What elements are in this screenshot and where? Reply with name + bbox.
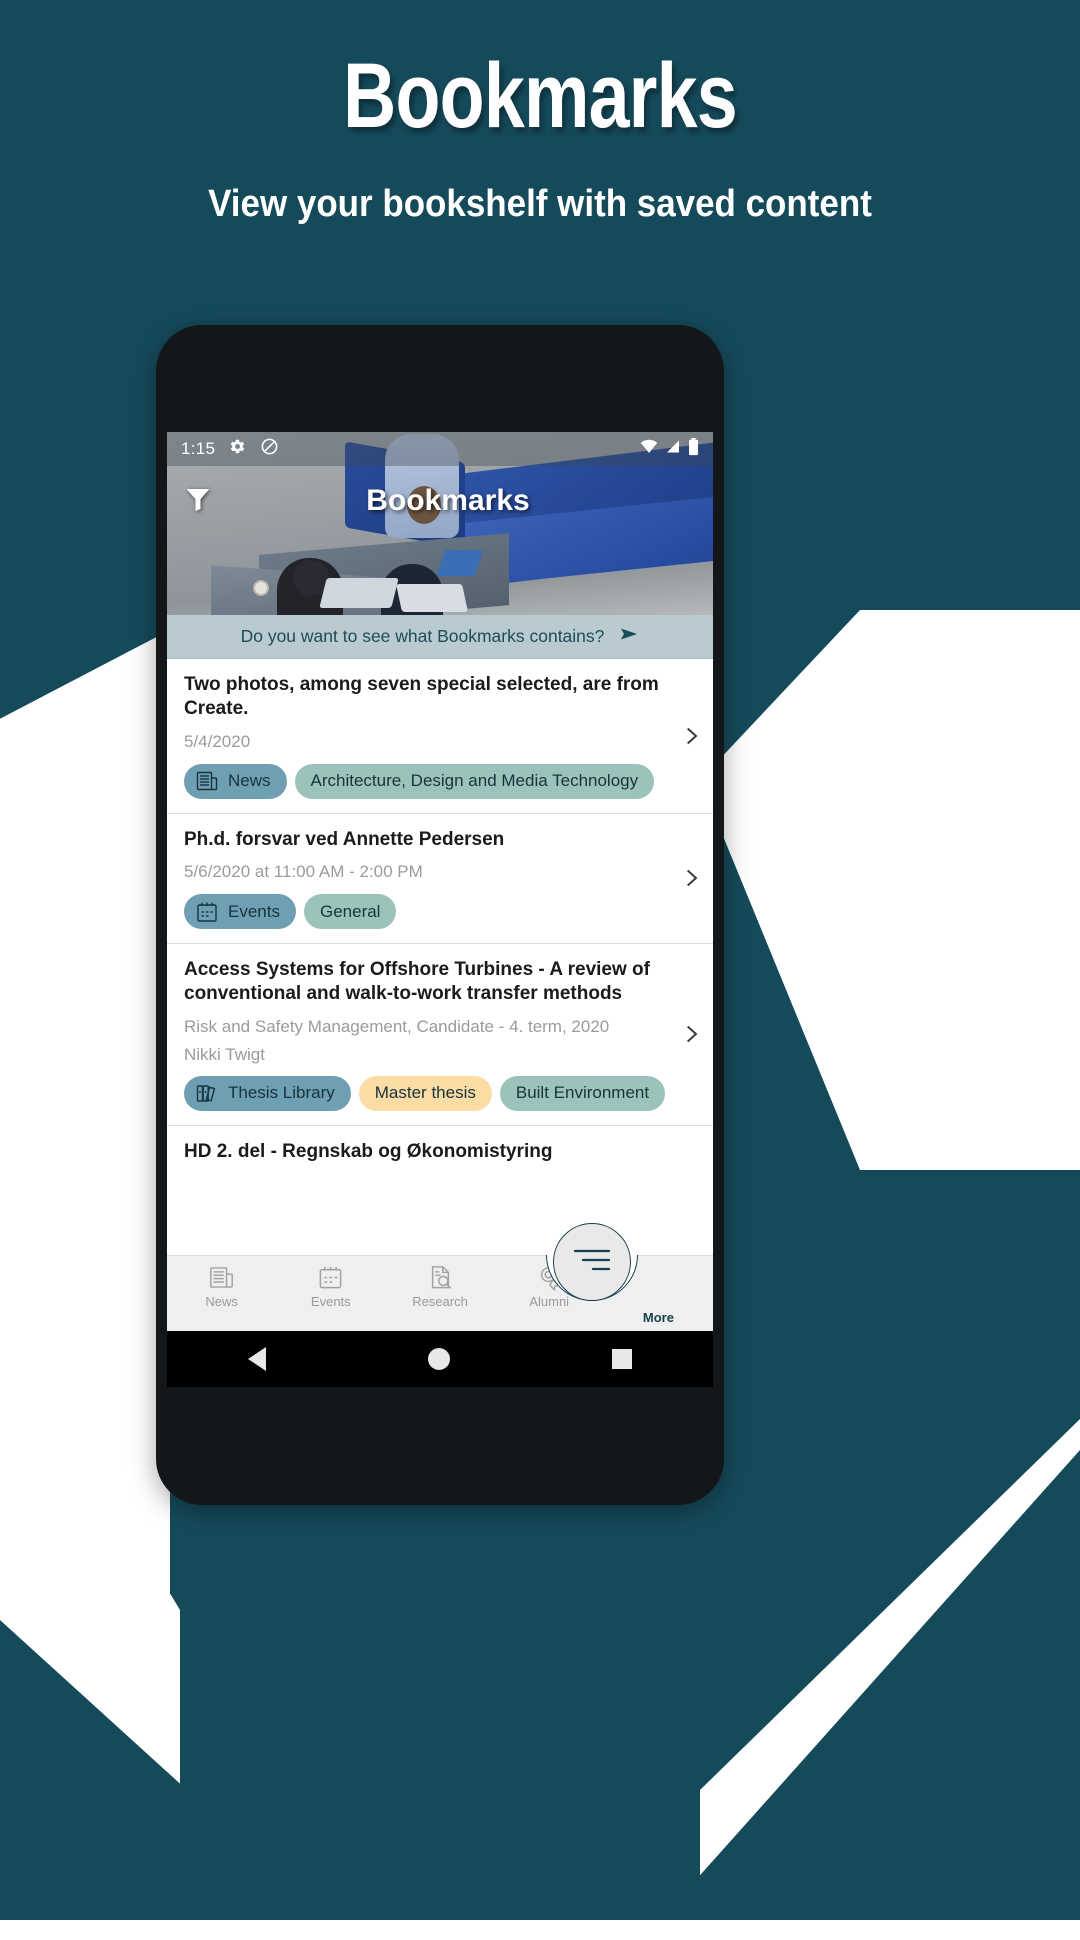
- calendar-icon: [317, 1264, 344, 1291]
- list-item-author: Nikki Twigt: [184, 1044, 265, 1064]
- newspaper-icon: [208, 1264, 235, 1291]
- chip-label: General: [319, 901, 381, 921]
- chip-department[interactable]: Architecture, Design and Media Technolog…: [294, 763, 655, 799]
- chip-label: News: [228, 771, 271, 791]
- chip-type[interactable]: Master thesis: [358, 1075, 492, 1111]
- chip-category[interactable]: Thesis Library: [184, 1075, 351, 1111]
- list-item-meta: 5/4/2020: [184, 731, 251, 751]
- research-icon: [427, 1264, 454, 1291]
- list-item-chips: Thesis Library Master thesis Built Envir…: [184, 1075, 673, 1111]
- back-icon[interactable]: [248, 1347, 266, 1371]
- calendar-icon: [195, 900, 219, 924]
- phone-mockup: 1:15 Bookmarks Do you want to see what B…: [156, 325, 724, 1505]
- chevron-right-icon[interactable]: [681, 1024, 701, 1044]
- chip-department[interactable]: General: [303, 894, 397, 930]
- gear-icon: [228, 437, 247, 461]
- android-system-bar: [167, 1331, 713, 1387]
- nav-label: News: [205, 1294, 238, 1309]
- home-icon[interactable]: [428, 1348, 450, 1370]
- app-bar: Bookmarks: [167, 466, 713, 536]
- chevron-right-icon[interactable]: [681, 868, 701, 888]
- arrow-right-icon: [620, 626, 639, 647]
- chip-department[interactable]: Built Environment: [499, 1075, 666, 1111]
- newspaper-icon: [195, 769, 219, 793]
- filter-icon[interactable]: [183, 484, 213, 519]
- chip-label: Thesis Library: [228, 1083, 335, 1103]
- bottom-navigation: News Events Research Alumni More: [167, 1223, 713, 1331]
- list-item-title: Two photos, among seven special selected…: [184, 674, 659, 720]
- app-bar-title: Bookmarks: [366, 484, 530, 517]
- list-item-title: HD 2. del - Regnskab og Økonomistyring: [184, 1140, 553, 1162]
- books-icon: [195, 1081, 219, 1105]
- list-item-chips: News Architecture, Design and Media Tech…: [184, 763, 673, 799]
- info-banner[interactable]: Do you want to see what Bookmarks contai…: [167, 615, 713, 659]
- phone-screen: 1:15 Bookmarks Do you want to see what B…: [167, 432, 713, 1387]
- status-bar: 1:15: [167, 432, 713, 466]
- chip-category[interactable]: News: [184, 763, 287, 799]
- nav-label: More: [642, 1310, 674, 1325]
- list-item-title: Ph.d. forsvar ved Annette Pedersen: [184, 828, 505, 850]
- chip-label: Events: [228, 901, 280, 921]
- list-item-chips: Events General: [184, 894, 673, 930]
- nav-label: Research: [412, 1294, 468, 1309]
- chip-label: Master thesis: [374, 1083, 476, 1103]
- page-subtitle: View your bookshelf with saved content: [208, 182, 872, 225]
- battery-icon: [688, 437, 699, 461]
- table-row[interactable]: HD 2. del - Regnskab og Økonomistyring: [167, 1126, 713, 1166]
- page-title: Bookmarks: [343, 45, 737, 147]
- nav-item-news[interactable]: News: [167, 1256, 276, 1309]
- status-time: 1:15: [181, 439, 216, 458]
- do-not-disturb-icon: [260, 437, 279, 461]
- list-item-meta: 5/6/2020 at 11:00 AM - 2:00 PM: [184, 862, 423, 882]
- bookmarks-list: Two photos, among seven special selected…: [167, 659, 713, 1166]
- chip-label: Architecture, Design and Media Technolog…: [310, 771, 639, 791]
- table-row[interactable]: Ph.d. forsvar ved Annette Pedersen 5/6/2…: [167, 814, 713, 945]
- nav-item-events[interactable]: Events: [276, 1256, 385, 1309]
- signal-icon: [665, 439, 681, 459]
- nav-label: Alumni: [529, 1294, 570, 1309]
- wifi-icon: [640, 439, 658, 459]
- table-row[interactable]: Two photos, among seven special selected…: [167, 659, 713, 814]
- hero-image: 1:15 Bookmarks: [167, 432, 713, 615]
- table-row[interactable]: Access Systems for Offshore Turbines - A…: [167, 944, 713, 1126]
- recents-icon[interactable]: [612, 1349, 632, 1369]
- list-item-meta: Risk and Safety Management, Candidate - …: [184, 1016, 610, 1036]
- nav-item-research[interactable]: Research: [385, 1256, 494, 1309]
- list-item-title: Access Systems for Offshore Turbines - A…: [184, 959, 650, 1005]
- chip-label: Built Environment: [515, 1083, 650, 1103]
- chip-category[interactable]: Events: [184, 894, 296, 930]
- nav-label: Events: [310, 1294, 351, 1309]
- chevron-right-icon[interactable]: [681, 726, 701, 746]
- nav-item-more[interactable]: More: [604, 1256, 713, 1325]
- info-banner-text: Do you want to see what Bookmarks contai…: [240, 626, 605, 646]
- store-headline-block: Bookmarks View your bookshelf with saved…: [0, 0, 1080, 226]
